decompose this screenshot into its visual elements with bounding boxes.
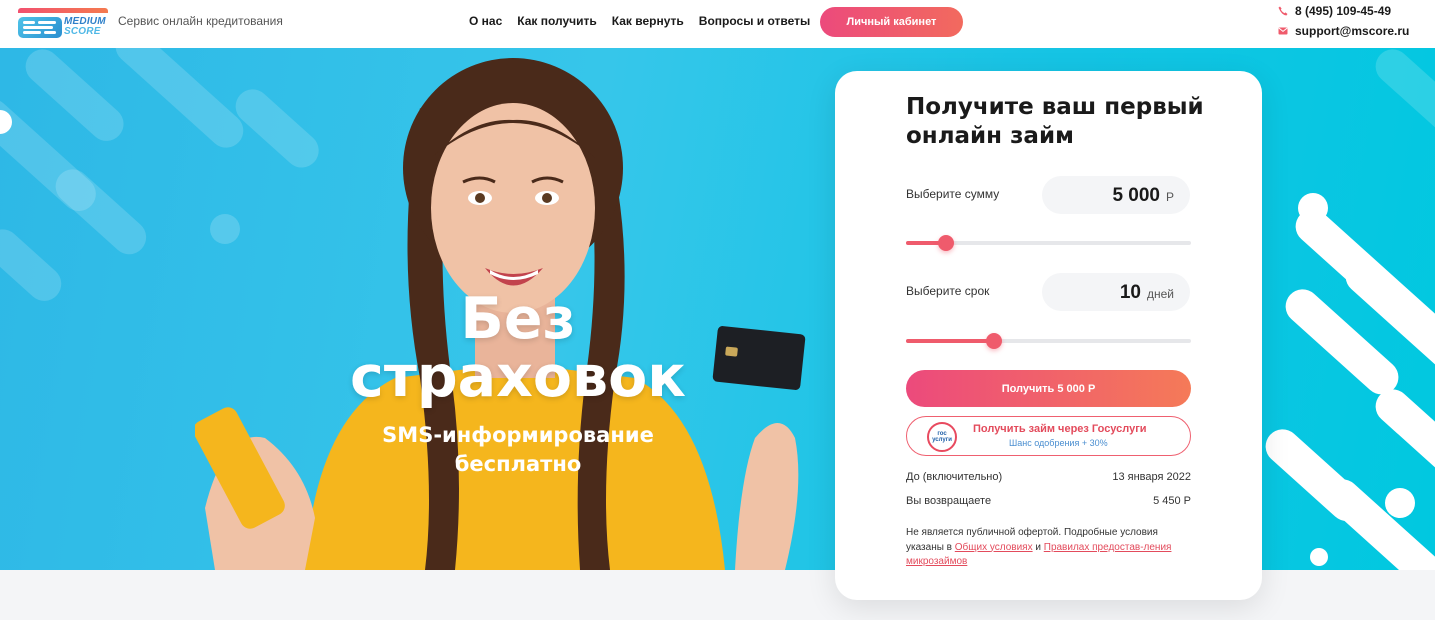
gosuslugi-logo-line2: услуги	[932, 437, 952, 443]
logo-text-line2: SCORE	[64, 26, 101, 37]
get-loan-button[interactable]: Получить 5 000 Р	[906, 370, 1191, 407]
term-slider-thumb[interactable]	[986, 333, 1003, 349]
nav-link-faq[interactable]: Вопросы и ответы	[699, 14, 810, 28]
decor-dot	[1310, 548, 1328, 566]
amount-unit: Р	[1165, 190, 1174, 204]
decor-stripe	[1368, 48, 1435, 148]
personal-cabinet-button[interactable]: Личный кабинет	[820, 7, 963, 37]
main-nav: О нас Как получить Как вернуть Вопросы и…	[469, 14, 810, 28]
decor-dot	[1298, 193, 1328, 223]
loan-form-title: Получите ваш первый онлайн займ	[906, 94, 1204, 149]
nav-link-how-to-repay[interactable]: Как вернуть	[612, 14, 684, 28]
mail-icon	[1278, 27, 1288, 35]
term-slider[interactable]	[906, 333, 1191, 349]
email-contact[interactable]: support@mscore.ru	[1278, 24, 1409, 38]
decor-stripe	[0, 222, 69, 308]
due-date-label: До (включительно)	[906, 471, 1003, 483]
nav-link-how-to-get[interactable]: Как получить	[517, 14, 597, 28]
medium-score-logo[interactable]: MEDIUM SCORE	[18, 8, 110, 40]
term-unit: дней	[1146, 287, 1174, 301]
due-date-row: До (включительно) 13 января 2022	[906, 471, 1191, 483]
amount-value: 5 000	[1112, 185, 1160, 206]
term-field[interactable]: 10 дней	[1042, 273, 1190, 311]
amount-slider-thumb[interactable]	[937, 235, 954, 251]
nav-link-about[interactable]: О нас	[469, 14, 502, 28]
decor-dot	[1354, 353, 1376, 375]
disclaimer-and: и	[1035, 541, 1041, 553]
gosuslugi-button[interactable]: гос услуги Получить займ через Госуслуги …	[906, 416, 1191, 456]
general-terms-link[interactable]: Общих условиях	[955, 542, 1033, 553]
phone-contact[interactable]: 8 (495) 109-45-49	[1278, 4, 1391, 18]
decor-stripe	[48, 162, 154, 262]
repay-amount-row: Вы возвращаете 5 450 Р	[906, 495, 1191, 507]
gosuslugi-logo: гос услуги	[927, 422, 957, 452]
amount-label: Выберите сумму	[906, 187, 1000, 201]
term-slider-fill	[906, 339, 995, 343]
gosuslugi-button-label: Получить займ через Госуслуги	[973, 423, 1147, 435]
due-date-value: 13 января 2022	[1112, 471, 1191, 483]
decor-stripe	[1368, 382, 1435, 488]
email-address: support@mscore.ru	[1295, 24, 1410, 38]
site-header: MEDIUM SCORE Сервис онлайн кредитования …	[0, 0, 1435, 48]
repay-amount-value: 5 450 Р	[1153, 495, 1191, 507]
logo-lines-icon	[18, 17, 62, 38]
loan-calculator-card: Получите ваш первый онлайн займ Выберите…	[835, 71, 1262, 600]
term-value: 10	[1119, 282, 1141, 303]
phone-number: 8 (495) 109-45-49	[1295, 4, 1392, 18]
phone-icon	[1278, 6, 1288, 16]
decor-dot	[1385, 488, 1415, 518]
gosuslugi-approval-note: Шанс одобрения + 30%	[1009, 438, 1108, 448]
logo-accent-bar	[18, 8, 108, 13]
site-tagline: Сервис онлайн кредитования	[118, 14, 283, 28]
logo-text: MEDIUM SCORE	[64, 17, 106, 37]
amount-slider[interactable]	[906, 235, 1191, 251]
repay-amount-label: Вы возвращаете	[906, 495, 992, 507]
decor-stripe	[1318, 472, 1435, 570]
amount-field[interactable]: 5 000 Р	[1042, 176, 1190, 214]
term-label: Выберите срок	[906, 284, 990, 298]
hero-subtitle: SMS-информирование бесплатно	[382, 423, 654, 476]
hero-title: Без страховок	[350, 286, 686, 410]
offer-disclaimer: Не является публичной офертой. Подробные…	[906, 526, 1191, 570]
